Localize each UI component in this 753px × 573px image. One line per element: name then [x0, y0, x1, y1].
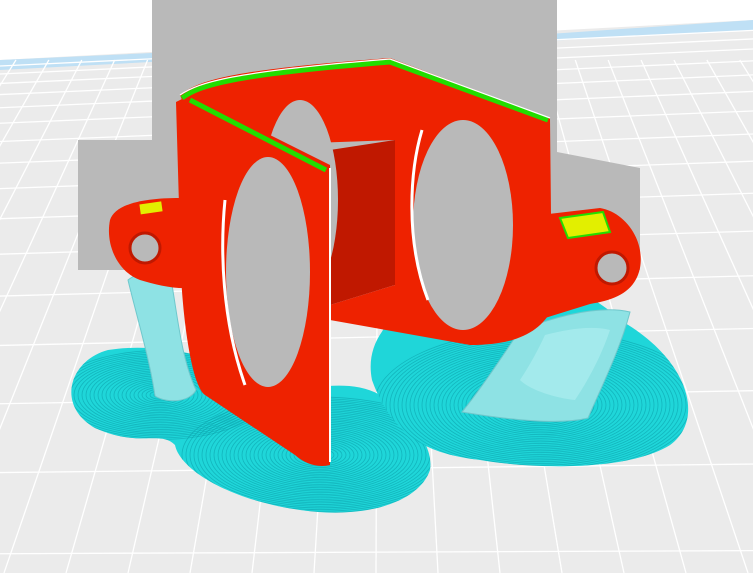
front-window — [226, 157, 310, 387]
model-back-wall-shade — [330, 140, 395, 305]
left-mount-hole — [128, 231, 162, 265]
right-mount-hole — [594, 250, 630, 286]
3d-viewport[interactable] — [0, 0, 753, 573]
